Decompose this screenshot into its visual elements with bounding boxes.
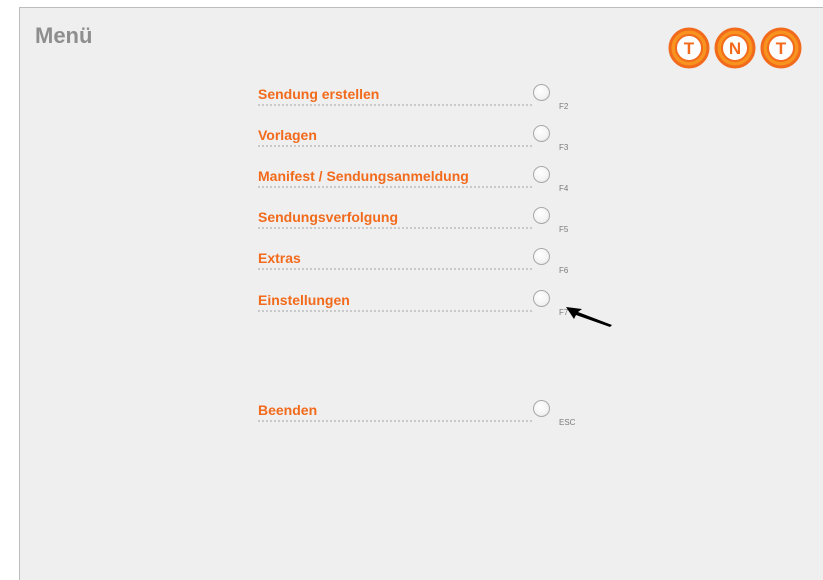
radio-circle-icon[interactable] [533,248,550,265]
menu-item-label[interactable]: Vorlagen [258,127,317,143]
shortcut-key: F5 [559,225,569,234]
shortcut-key: F2 [559,102,569,111]
menu-item-manifest[interactable]: Manifest / Sendungsanmeldung F4 [258,166,580,198]
menu-item-sendung-erstellen[interactable]: Sendung erstellen F2 [258,84,580,116]
dotted-leader [258,104,532,106]
shortcut-key: F4 [559,184,569,193]
menu-item-vorlagen[interactable]: Vorlagen F3 [258,125,580,157]
menu-item-beenden[interactable]: Beenden ESC [258,400,580,432]
logo-letter-2: N [729,39,741,58]
shortcut-key: F6 [559,266,569,275]
menu-item-label[interactable]: Sendung erstellen [258,86,379,102]
radio-circle-icon[interactable] [533,166,550,183]
dotted-leader [258,227,532,229]
dotted-leader [258,420,532,422]
radio-circle-icon[interactable] [533,207,550,224]
menu-item-label[interactable]: Manifest / Sendungsanmeldung [258,168,469,184]
menu-item-label[interactable]: Extras [258,250,301,266]
menu-item-label[interactable]: Einstellungen [258,292,350,308]
arrow-pointer-icon [566,307,612,327]
radio-circle-icon[interactable] [533,400,550,417]
menu-item-label[interactable]: Beenden [258,402,317,418]
menu-item-label[interactable]: Sendungsverfolgung [258,209,398,225]
menu-item-einstellungen[interactable]: Einstellungen F7 [258,290,580,322]
radio-circle-icon[interactable] [533,290,550,307]
menu-item-extras[interactable]: Extras F6 [258,248,580,280]
dotted-leader [258,186,532,188]
dotted-leader [258,145,532,147]
menu-panel: Menü T N T Sendung erstellen F2 Vorlagen… [19,7,823,580]
radio-circle-icon[interactable] [533,125,550,142]
shortcut-key: F3 [559,143,569,152]
dotted-leader [258,310,532,312]
page-title: Menü [35,23,93,48]
logo-letter-1: T [684,39,695,58]
menu-item-sendungsverfolgung[interactable]: Sendungsverfolgung F5 [258,207,580,239]
shortcut-key: ESC [559,418,576,427]
logo-letter-3: T [776,39,787,58]
radio-circle-icon[interactable] [533,84,550,101]
tnt-logo: T N T [668,27,802,69]
dotted-leader [258,268,532,270]
